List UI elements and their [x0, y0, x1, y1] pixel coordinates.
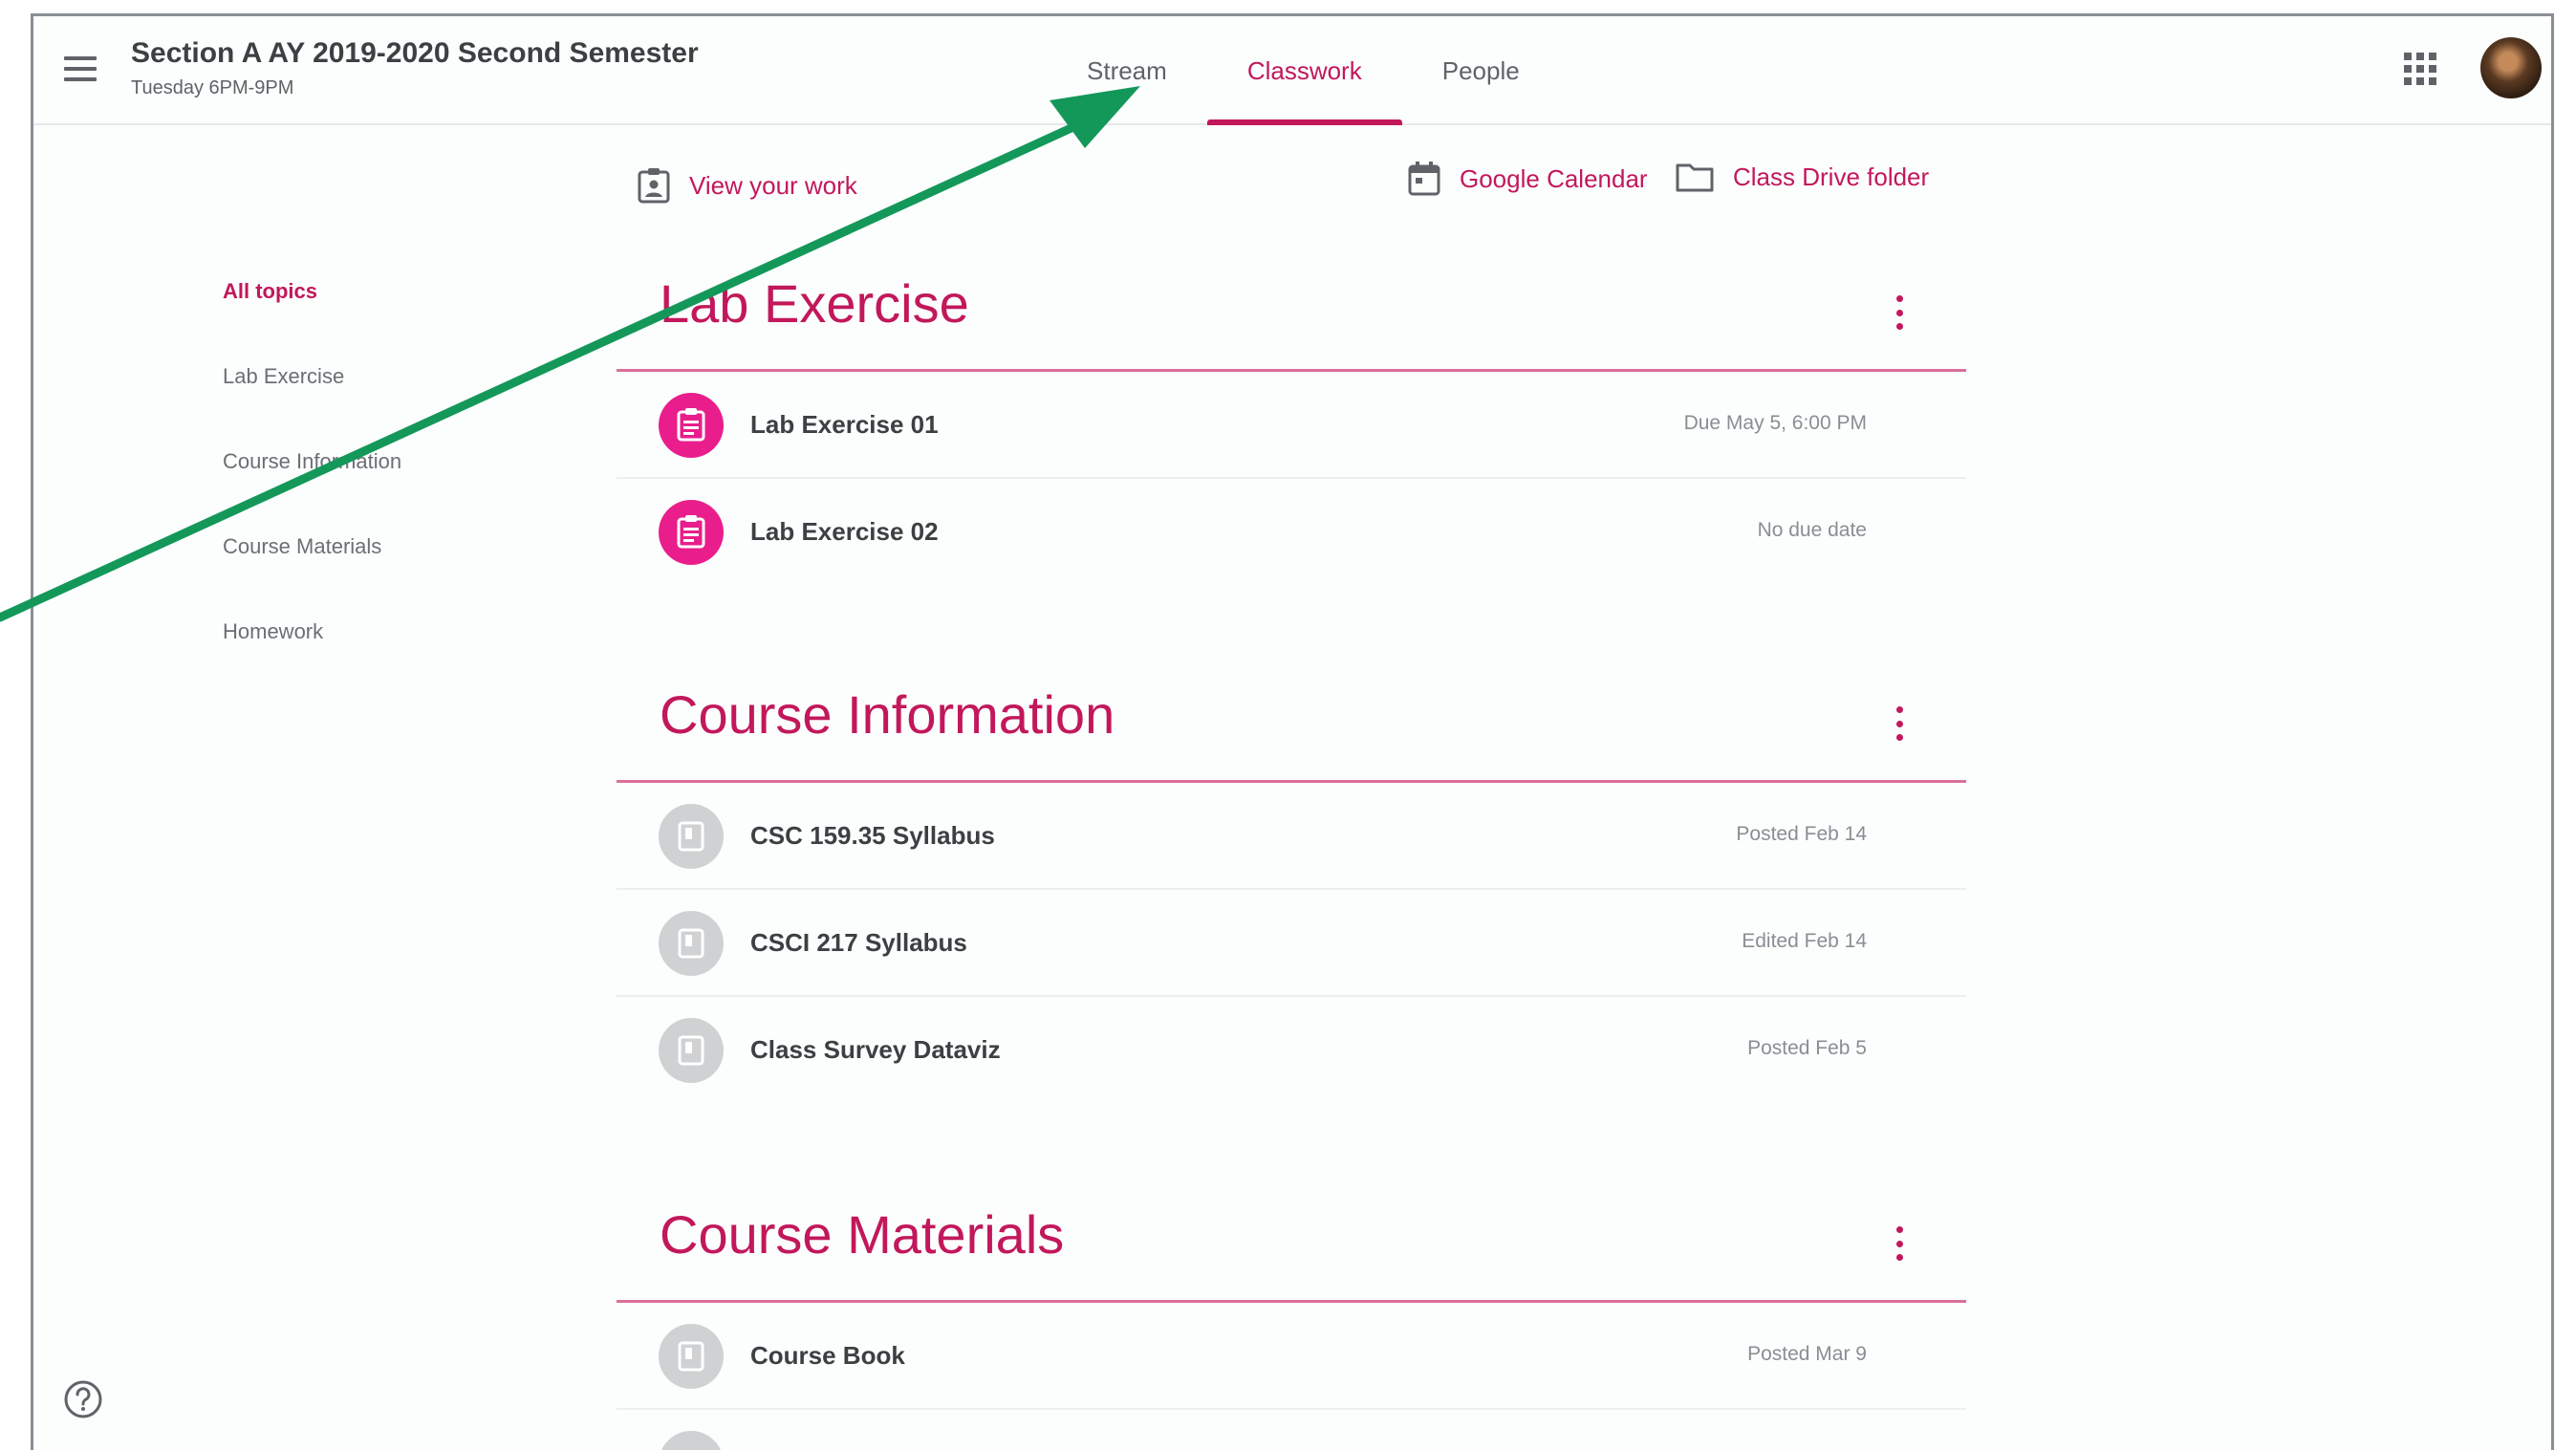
list-item[interactable]: CSCI 217 Syllabus Edited Feb 14 — [617, 890, 1966, 997]
sidebar-item-homework[interactable]: Homework — [223, 619, 323, 644]
classroom-window: Section A AY 2019-2020 Second Semester T… — [31, 13, 2554, 1450]
tab-bar: Stream Classwork People — [1047, 16, 1560, 125]
google-calendar-link[interactable]: Google Calendar — [1408, 162, 1648, 196]
material-icon — [659, 911, 724, 976]
assignment-ind-icon — [638, 168, 670, 204]
item-title: CSC 159.35 Syllabus — [750, 821, 995, 850]
material-icon — [659, 1431, 724, 1450]
list-item[interactable]: Class Survey Dataviz Posted Feb 5 — [617, 997, 1966, 1104]
class-schedule: Tuesday 6PM-9PM — [131, 77, 294, 98]
app-header: Section A AY 2019-2020 Second Semester T… — [33, 16, 2551, 125]
more-options-icon[interactable] — [1893, 295, 1906, 330]
view-your-work-label: View your work — [689, 170, 857, 200]
google-apps-icon[interactable] — [2404, 53, 2436, 85]
view-your-work-link[interactable]: View your work — [638, 167, 857, 204]
item-title: Course Book — [750, 1341, 905, 1370]
assignment-icon — [659, 393, 724, 458]
topic-title-lab-exercise: Lab Exercise — [660, 273, 969, 334]
class-title: Section A AY 2019-2020 Second Semester — [131, 37, 699, 69]
tab-classwork[interactable]: Classwork — [1206, 16, 1402, 125]
calendar-icon — [1408, 162, 1440, 196]
sidebar-item-course-information[interactable]: Course Information — [223, 449, 401, 474]
list-item[interactable]: CSC 159.35 Syllabus Posted Feb 14 — [617, 783, 1966, 890]
list-item[interactable]: Lab Exercise 01 Due May 5, 6:00 PM — [617, 372, 1966, 479]
item-due-date: No due date — [1757, 519, 1867, 541]
item-posted-date: Posted Feb 14 — [1736, 823, 1867, 845]
item-posted-date: Posted Feb 5 — [1747, 1037, 1867, 1059]
sidebar-item-course-materials[interactable]: Course Materials — [223, 534, 381, 559]
material-icon — [659, 1018, 724, 1083]
item-title: Class Survey Dataviz — [750, 1035, 1001, 1064]
more-options-icon[interactable] — [1893, 706, 1906, 741]
item-due-date: Due May 5, 6:00 PM — [1683, 412, 1867, 434]
help-icon[interactable] — [62, 1378, 104, 1425]
tab-stream[interactable]: Stream — [1047, 16, 1207, 125]
list-item[interactable]: Course Book Posted Mar 9 — [617, 1303, 1966, 1410]
class-drive-folder-label: Class Drive folder — [1733, 162, 1930, 191]
item-title: Lab Exercise 01 — [750, 410, 939, 439]
hamburger-menu-icon[interactable] — [64, 56, 98, 83]
user-avatar[interactable] — [2480, 37, 2542, 98]
more-options-icon[interactable] — [1893, 1226, 1906, 1261]
item-title: Lab Exercise 02 — [750, 517, 939, 546]
google-calendar-label: Google Calendar — [1460, 163, 1648, 193]
tab-people[interactable]: People — [1402, 16, 1560, 125]
topic-title-course-information: Course Information — [660, 684, 1115, 745]
list-item-partial[interactable] — [617, 1410, 1966, 1450]
assignment-icon — [659, 500, 724, 565]
folder-icon — [1676, 163, 1714, 192]
sidebar-item-all-topics[interactable]: All topics — [223, 279, 317, 304]
material-icon — [659, 1324, 724, 1389]
item-edited-date: Edited Feb 14 — [1742, 930, 1867, 952]
material-icon — [659, 804, 724, 869]
class-drive-folder-link[interactable]: Class Drive folder — [1676, 162, 1929, 192]
list-item[interactable]: Lab Exercise 02 No due date — [617, 479, 1966, 586]
sidebar-item-lab-exercise[interactable]: Lab Exercise — [223, 364, 344, 389]
topic-title-course-materials: Course Materials — [660, 1204, 1065, 1265]
item-posted-date: Posted Mar 9 — [1747, 1343, 1867, 1365]
item-title: CSCI 217 Syllabus — [750, 928, 967, 957]
